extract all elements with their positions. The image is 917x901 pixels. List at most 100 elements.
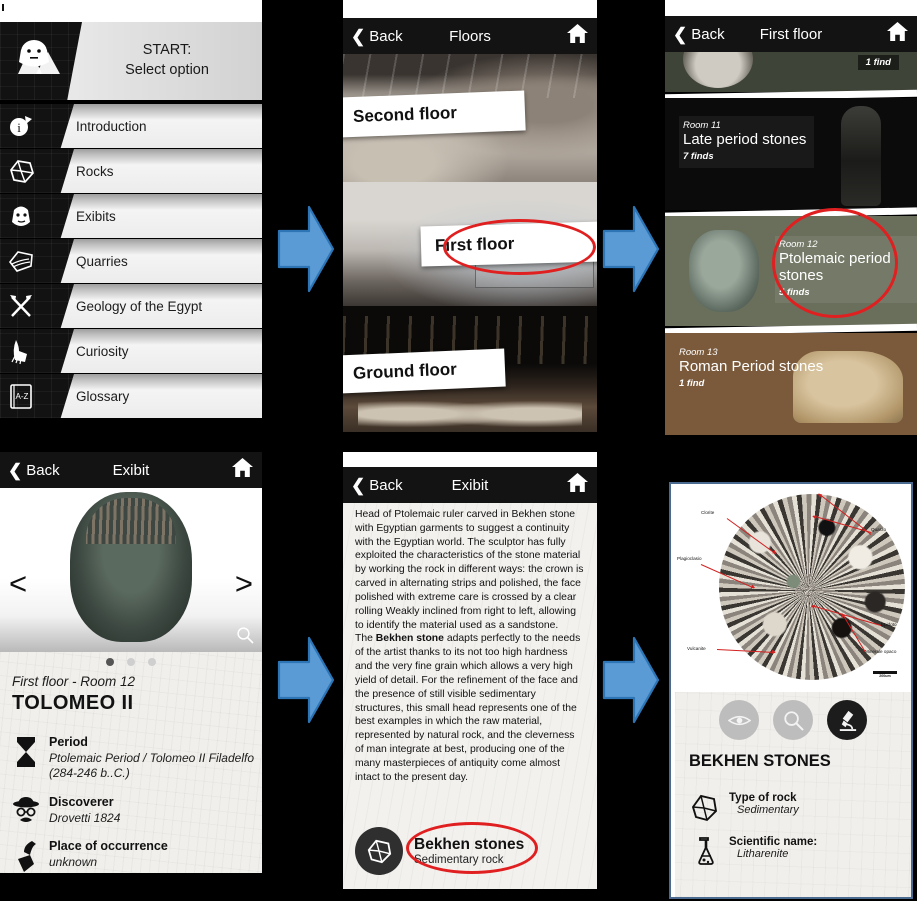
menu-item-geology[interactable]: Geology of the Egypt: [0, 284, 262, 328]
home-icon[interactable]: [887, 22, 908, 46]
exhibit-field-period: Period Ptolemaic Period / Tolomeo II Fil…: [12, 735, 262, 782]
room-number: Room 13: [679, 347, 718, 358]
back-button[interactable]: ❮ Back: [8, 462, 60, 479]
prev-image-button[interactable]: <: [9, 568, 27, 599]
field-label: Discoverer: [49, 795, 114, 809]
floor-card-ground[interactable]: Ground floor: [343, 306, 597, 432]
rock-field-text: Scientific name: Litharenite: [729, 836, 817, 860]
menu-item-glossary[interactable]: A-Z Glossary: [0, 374, 262, 418]
menu-label: Exibits: [76, 208, 116, 224]
status-strip: [0, 0, 262, 22]
room-card-partial[interactable]: 1 find: [665, 52, 917, 92]
field-text: Discoverer Drovetti 1824: [49, 795, 120, 826]
carousel-dot[interactable]: [106, 658, 114, 666]
floor-label-text: Second floor: [352, 103, 458, 127]
back-label: Back: [369, 27, 403, 45]
microscope-label-plagioclasio: Plagioclasio: [677, 556, 702, 561]
microscope-label-vulcanite: Vulcanite: [687, 646, 706, 651]
menu-item-introduction[interactable]: i Introduction: [0, 104, 262, 148]
floor-card-first[interactable]: First floor: [343, 182, 597, 306]
home-icon[interactable]: [567, 473, 588, 497]
microscope-icon[interactable]: [827, 700, 867, 740]
rock-icon: [6, 156, 36, 186]
field-text: Period Ptolemaic Period / Tolomeo II Fil…: [49, 735, 262, 782]
back-label: Back: [26, 461, 60, 479]
description-paragraph-1: Head of Ptolemaic ruler carved in Bekhen…: [355, 509, 584, 631]
room-card-12[interactable]: Room 12 Ptolemaic period stones 5 finds: [665, 216, 917, 326]
home-icon[interactable]: [232, 458, 253, 482]
floor-label-second: Second floor: [343, 90, 526, 138]
room-number: Room 11: [683, 120, 721, 131]
chevron-left-icon: ❮: [8, 460, 23, 480]
floors-header: ❮ Back Floors: [343, 18, 597, 54]
exhibit-field-place: Place of occurrence unknown: [12, 839, 168, 873]
exhibit-text-header: ❮ Back Exibit: [343, 467, 597, 503]
room-meta: Room 12 Ptolemaic period stones 5 finds: [775, 236, 917, 303]
microscope-label-quarzo: Quarzo: [871, 527, 887, 532]
field-text: Place of occurrence unknown: [49, 839, 168, 870]
start-title-line2: Select option: [125, 62, 209, 78]
field-value: Drovetti 1824: [49, 810, 121, 825]
rock-icon: [689, 792, 719, 824]
menu-item-exibits[interactable]: Exibits: [0, 194, 262, 238]
menu-item-rocks[interactable]: Rocks: [0, 149, 262, 193]
microscope-image[interactable]: Clorite Quarzo Plagioclasio Epidoto Vulc…: [675, 488, 911, 688]
microscope-label-clorite: Clorite: [701, 510, 715, 515]
rock-field-label: Type of rock: [729, 792, 797, 804]
microscope-label-epidoto: Epidoto: [881, 622, 897, 627]
image-carousel-dots[interactable]: [0, 658, 262, 666]
start-title-line1: START:: [142, 42, 192, 59]
room-meta: Room 11 Late period stones 7 finds: [679, 116, 815, 168]
menu-item-curiosity[interactable]: Curiosity: [0, 329, 262, 373]
room-card-13[interactable]: Room 13 Roman Period stones 1 find: [665, 333, 917, 435]
rock-field-label: Scientific name:: [729, 836, 818, 848]
room-card-11[interactable]: Room 11 Late period stones 7 finds: [665, 98, 917, 210]
field-label: Period: [49, 735, 88, 749]
detective-icon: [12, 795, 40, 829]
p2-pre: The: [355, 633, 376, 645]
quarry-icon: [6, 246, 36, 276]
panel-exhibit: ❮ Back Exibit < > First floor - Room 12 …: [0, 452, 262, 873]
rock-field-scientific-name: Scientific name: Litharenite: [689, 836, 817, 868]
room-name: Ptolemaic period stones: [779, 250, 891, 284]
scale-bar-label: 200um: [879, 674, 891, 678]
arrow-text-to-rock: [602, 634, 660, 726]
menu-label: Introduction: [76, 118, 147, 134]
next-image-button[interactable]: >: [235, 568, 253, 599]
description-paragraph-2: The Bekhen stone adapts perfectly to the…: [343, 632, 597, 784]
info-icon: i: [6, 111, 36, 141]
exhibit-location: First floor - Room 12: [12, 674, 136, 689]
back-label: Back: [691, 25, 725, 43]
hammers-icon: [6, 291, 36, 321]
arrow-floors-to-rooms: [602, 203, 660, 295]
view-mode-switcher[interactable]: [675, 700, 911, 740]
room-name: Roman Period stones: [679, 358, 824, 375]
magnifier-icon[interactable]: [773, 700, 813, 740]
microscope-label-minerale-opaco: Minerale opaco: [865, 649, 897, 654]
carousel-dot[interactable]: [127, 658, 135, 666]
back-button[interactable]: ❮ Back: [351, 477, 403, 494]
carousel-dot[interactable]: [148, 658, 156, 666]
rock-field-text: Type of rock Sedimentary: [729, 792, 799, 816]
p2-post: adapts perfectly to the needs of the art…: [355, 633, 581, 783]
menu-item-quarries[interactable]: Quarries: [0, 239, 262, 283]
panel-rock-detail: Clorite Quarzo Plagioclasio Epidoto Vulc…: [663, 478, 917, 901]
menu-label: Rocks: [76, 163, 114, 179]
panel-start-menu: START: Select option i Introduction Rock…: [0, 0, 262, 438]
magnifier-icon[interactable]: [236, 626, 254, 649]
room-thumb: [841, 106, 881, 206]
home-icon[interactable]: [567, 24, 588, 48]
floor-card-second[interactable]: Second floor: [343, 54, 597, 182]
exhibit-image[interactable]: < >: [0, 488, 262, 652]
back-button[interactable]: ❮ Back: [351, 28, 403, 45]
flask-icon: [689, 836, 719, 868]
exhibit-description[interactable]: Head of Ptolemaic ruler carved in Bekhen…: [343, 503, 597, 889]
eye-icon[interactable]: [719, 700, 759, 740]
rock-field-type: Type of rock Sedimentary: [689, 792, 799, 824]
rock-chip-subtitle: Sedimentary rock: [414, 853, 504, 866]
back-button[interactable]: ❮ Back: [673, 26, 725, 43]
scale-bar: 200um: [873, 671, 897, 678]
rock-link-chip[interactable]: Bekhen stones Sedimentary rock: [355, 827, 524, 875]
rock-detail-frame: Clorite Quarzo Plagioclasio Epidoto Vulc…: [669, 482, 913, 899]
anubis-icon: [6, 336, 36, 366]
